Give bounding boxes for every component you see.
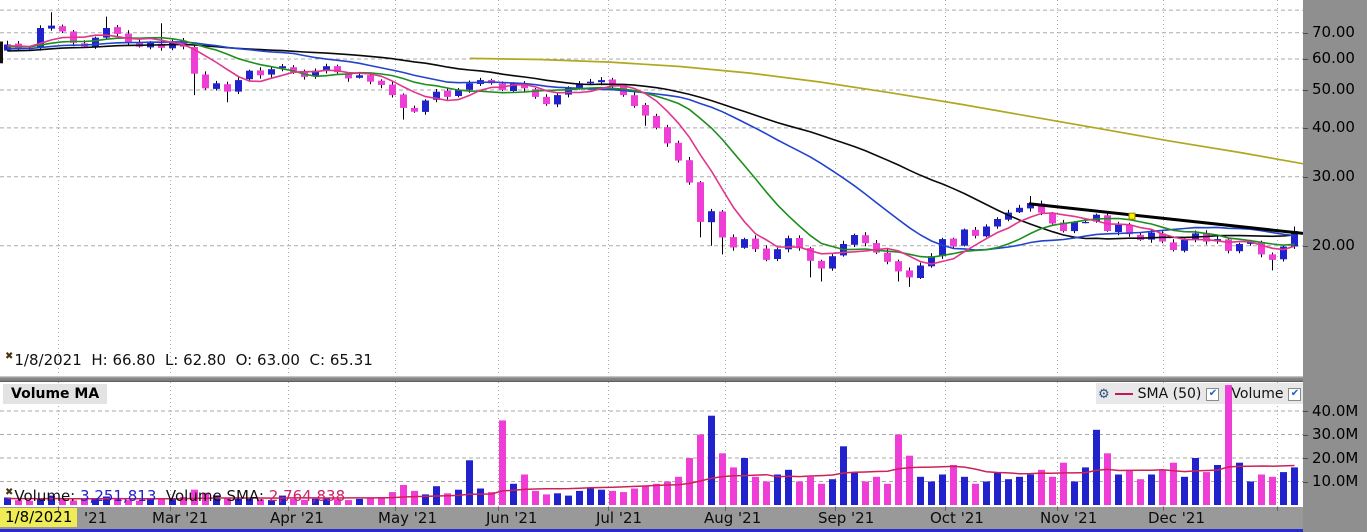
price-axis-tickmark: [1303, 128, 1308, 129]
volume-legend-label: Volume: [1231, 386, 1283, 402]
price-axis[interactable]: 70.00 60.00 50.00 40.00 30.00 20.00 40.0M 30.0M…: [1303, 0, 1367, 532]
date-axis-month-label: Sep '21: [818, 510, 874, 526]
price-axis-tickmark: [1303, 33, 1308, 34]
date-axis[interactable]: 1/8/2021 '21 Mar '21 Apr '21 May '21 Jun '21…: [0, 507, 1367, 529]
volume-status-line: ✖Volume: 3,251,813 Volume SMA: 2,764,838: [5, 487, 345, 505]
date-axis-tickmark: [58, 507, 59, 511]
open-label: O:: [236, 351, 253, 369]
date-axis-tickmark: [288, 507, 289, 511]
volume-status-close-icon[interactable]: ✖: [5, 487, 13, 498]
volume-axis-tickmark: [1303, 411, 1308, 412]
price-axis-tickmark: [1303, 246, 1308, 247]
price-chart-canvas[interactable]: [0, 0, 1303, 376]
date-axis-month-label: Nov '21: [1040, 510, 1097, 526]
trading-chart-window: ✖1/8/2021 H: 66.80 L: 62.80 O: 63.00 C: …: [0, 0, 1367, 532]
crosshair-date-chip: 1/8/2021: [0, 508, 77, 527]
price-axis-tickmark: [1303, 59, 1308, 60]
low-value: 62.80: [183, 351, 226, 369]
date-axis-month-label: Jul '21: [596, 510, 642, 526]
date-axis-tickmark: [835, 507, 836, 511]
volume-axis-tick-label: 20.0M: [1312, 451, 1358, 466]
date-axis-tickmark: [395, 507, 396, 511]
volume-dropdown[interactable]: ✔: [1288, 388, 1301, 401]
close-label: C:: [310, 351, 326, 369]
crosshair-date: 1/8/2021: [14, 351, 81, 369]
date-axis-month-label: Apr '21: [270, 510, 324, 526]
volume-axis-tick-label: 10.0M: [1312, 474, 1358, 489]
price-axis-tick-label: 60.00: [1312, 51, 1355, 66]
volume-axis-tick-label: 30.0M: [1312, 427, 1358, 442]
date-axis-tickmark: [725, 507, 726, 511]
volume-axis-tick-label: 40.0M: [1312, 404, 1358, 419]
high-label: H:: [91, 351, 107, 369]
price-axis-tickmark: [1303, 90, 1308, 91]
date-axis-month-label: May '21: [378, 510, 437, 526]
price-axis-tick-label: 20.00: [1312, 238, 1355, 253]
price-status-close-icon[interactable]: ✖: [5, 351, 13, 362]
volume-axis-tickmark: [1303, 458, 1308, 459]
volume-sma-line-swatch: [1115, 393, 1133, 395]
price-axis-tick-label: 70.00: [1312, 25, 1355, 40]
volume-axis-tickmark: [1303, 435, 1308, 436]
volume-legend: ⚙ SMA (50) ✔ Volume ✔: [1098, 384, 1303, 404]
price-status-line: ✖1/8/2021 H: 66.80 L: 62.80 O: 63.00 C: …: [5, 351, 373, 369]
date-axis-month-label: Aug '21: [704, 510, 761, 526]
volume-sma-value: 2,764,838: [269, 487, 345, 505]
volume-axis-tickmark: [1303, 482, 1308, 483]
volume-sma-dropdown[interactable]: ✔: [1206, 388, 1219, 401]
date-axis-tickmark: [498, 507, 499, 511]
high-value: 66.80: [112, 351, 155, 369]
volume-ma-pane-label: Volume MA: [3, 384, 107, 404]
date-axis-tickmark: [170, 507, 171, 511]
settings-gear-icon[interactable]: ⚙: [1098, 388, 1110, 401]
volume-sma-label: Volume SMA:: [166, 487, 264, 505]
date-axis-month-label: Oct '21: [930, 510, 984, 526]
date-axis-month-label: Jun '21: [486, 510, 537, 526]
close-value: 65.31: [330, 351, 373, 369]
date-axis-month-label: Dec '21: [1148, 510, 1205, 526]
volume-value: 3,251,813: [80, 487, 156, 505]
date-axis-tickmark: [1163, 507, 1164, 511]
price-axis-tick-label: 40.00: [1312, 120, 1355, 135]
date-axis-tickmark: [945, 507, 946, 511]
volume-sma-legend-label: SMA (50): [1138, 386, 1202, 402]
date-axis-tickmark: [608, 507, 609, 511]
price-axis-tickmark: [1303, 177, 1308, 178]
date-axis-tickmark: [1057, 507, 1058, 511]
date-axis-month-label: Mar '21: [152, 510, 208, 526]
date-axis-tickmark: [1277, 507, 1278, 511]
low-label: L:: [165, 351, 178, 369]
price-axis-tick-label: 30.00: [1312, 169, 1355, 184]
date-axis-month-label: '21: [84, 510, 107, 526]
price-axis-tick-label: 50.00: [1312, 82, 1355, 97]
volume-label: Volume:: [14, 487, 75, 505]
open-value: 63.00: [257, 351, 300, 369]
